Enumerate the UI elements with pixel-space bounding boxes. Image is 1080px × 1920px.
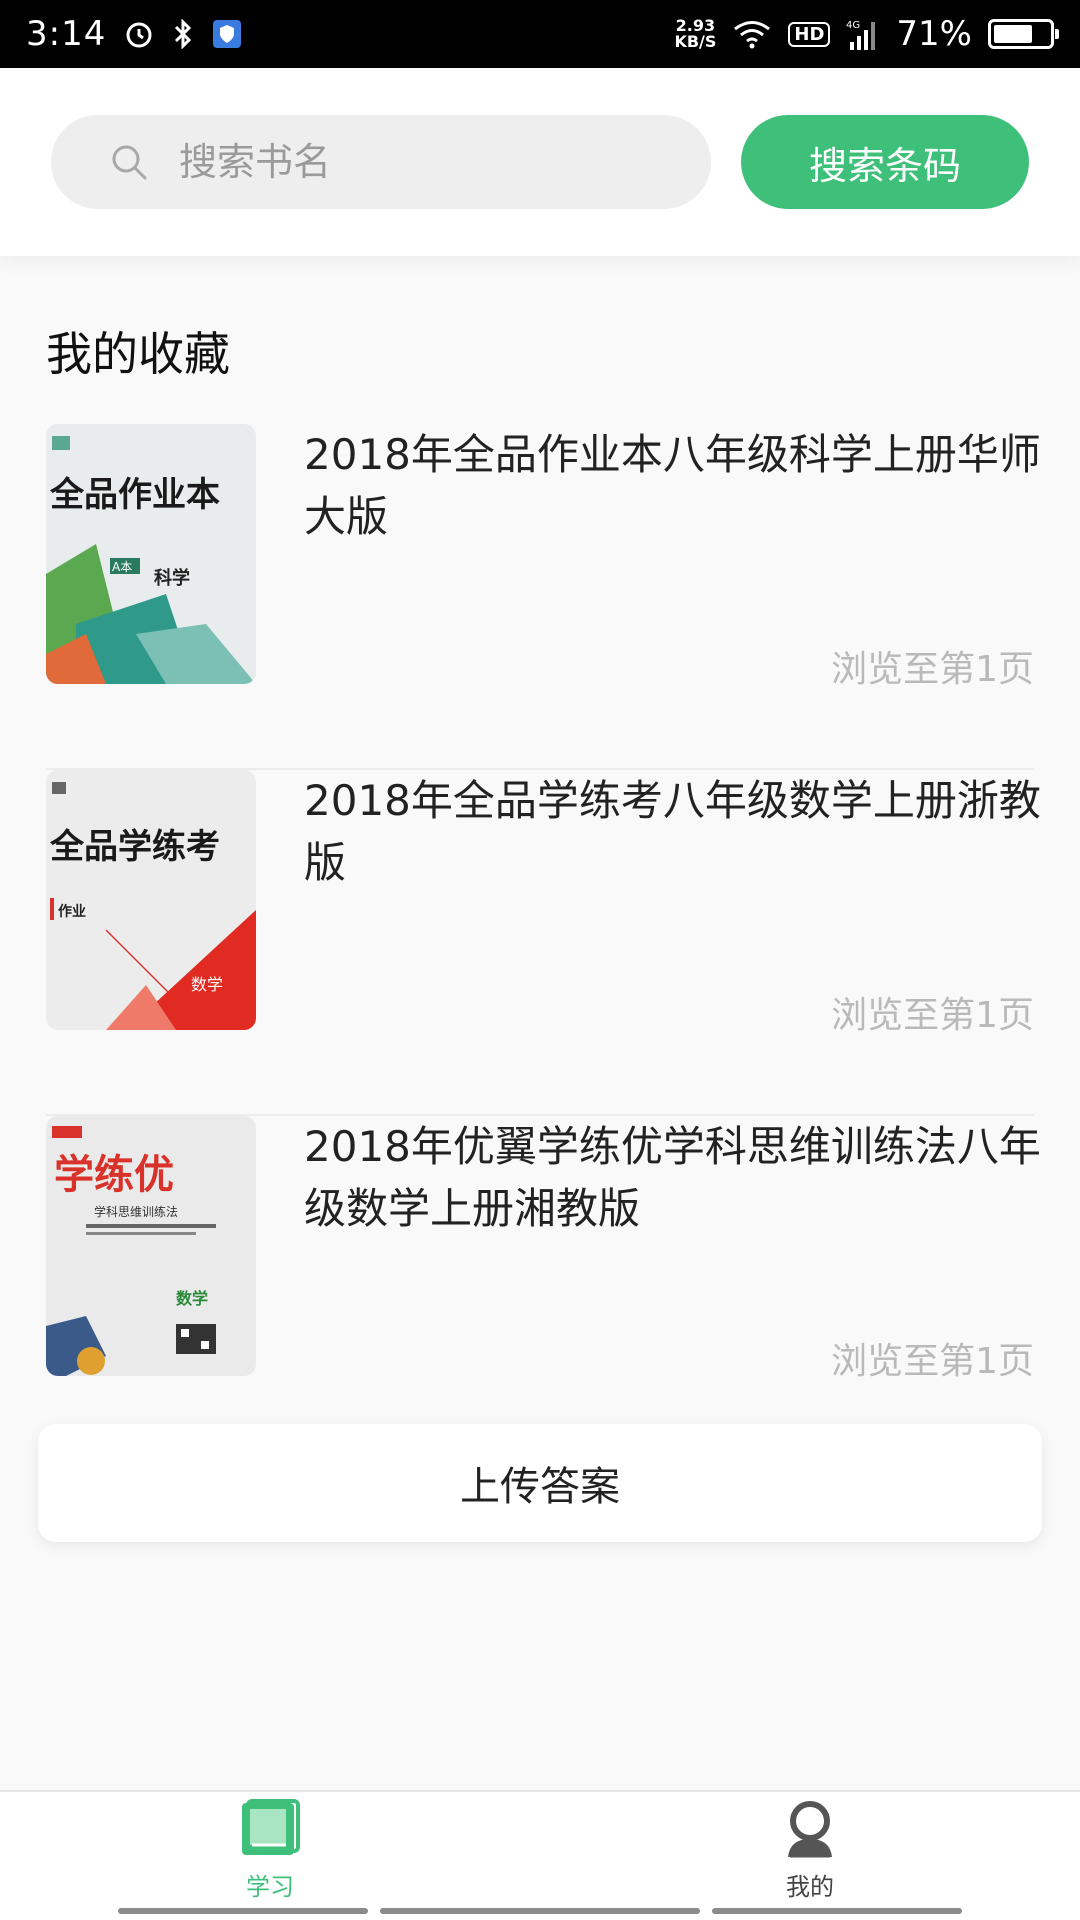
search-barcode-button[interactable]: 搜索条码 bbox=[741, 115, 1029, 209]
svg-text:4G: 4G bbox=[846, 20, 860, 31]
svg-text:数学: 数学 bbox=[176, 1289, 208, 1308]
search-input[interactable] bbox=[179, 140, 659, 184]
book-title[interactable]: 2018年全品学练考八年级数学上册浙教版 bbox=[304, 770, 1044, 894]
list-item[interactable]: 全品作业本 A本 科学 2018年全品作业本八年级科学上册华师大版 浏览至第1页 bbox=[46, 424, 1041, 770]
svg-text:学科思维训练法: 学科思维训练法 bbox=[94, 1204, 178, 1219]
battery-percent: 71% bbox=[896, 14, 972, 54]
search-header: 搜索条码 bbox=[0, 68, 1080, 256]
upload-answer-button[interactable]: 上传答案 bbox=[38, 1424, 1042, 1542]
list-item[interactable]: 全品学练考 作业 数学 2018年全品学练考八年级数学上册浙教版 浏览至第1页 bbox=[46, 770, 1041, 1116]
system-nav-bar bbox=[118, 1908, 368, 1914]
bluetooth-icon bbox=[172, 19, 194, 49]
favorites-list: 全品作业本 A本 科学 2018年全品作业本八年级科学上册华师大版 浏览至第1页… bbox=[46, 424, 1041, 1462]
book-icon bbox=[242, 1799, 300, 1855]
book-cover[interactable]: 全品作业本 A本 科学 bbox=[46, 424, 256, 684]
shield-icon bbox=[212, 19, 242, 49]
cell-signal-icon: 4G bbox=[846, 18, 880, 50]
status-time: 3:14 bbox=[26, 14, 107, 54]
svg-text:全品作业本: 全品作业本 bbox=[49, 475, 220, 515]
list-item[interactable]: 学练优 学科思维训练法 数学 2018年优翼学练优学科思维训练法八年级数学上册湘… bbox=[46, 1116, 1041, 1462]
nav-study[interactable]: 学习 bbox=[120, 1792, 420, 1902]
hd-badge: HD bbox=[788, 21, 831, 47]
svg-text:科学: 科学 bbox=[154, 567, 190, 589]
search-bar[interactable] bbox=[51, 115, 711, 209]
book-cover[interactable]: 全品学练考 作业 数学 bbox=[46, 770, 256, 1030]
network-speed: 2.93 KB/S bbox=[674, 16, 717, 51]
system-nav-bar bbox=[380, 1908, 700, 1914]
wifi-icon bbox=[732, 19, 772, 49]
book-progress: 浏览至第1页 bbox=[831, 649, 1034, 690]
nav-mine-label: 我的 bbox=[786, 1873, 834, 1901]
book-title[interactable]: 2018年全品作业本八年级科学上册华师大版 bbox=[304, 424, 1044, 548]
battery-icon bbox=[988, 19, 1059, 49]
svg-text:A本: A本 bbox=[112, 560, 132, 574]
status-bar: 3:14 2.93 KB/S HD 4G 71% bbox=[0, 0, 1080, 68]
svg-text:学练优: 学练优 bbox=[54, 1151, 174, 1198]
book-progress: 浏览至第1页 bbox=[831, 995, 1034, 1036]
nav-study-label: 学习 bbox=[246, 1873, 294, 1901]
alarm-icon bbox=[124, 19, 154, 49]
book-progress: 浏览至第1页 bbox=[831, 1341, 1034, 1382]
user-icon bbox=[788, 1801, 832, 1858]
favorites-title: 我的收藏 bbox=[46, 327, 230, 381]
book-cover[interactable]: 学练优 学科思维训练法 数学 bbox=[46, 1116, 256, 1376]
system-nav-bar bbox=[712, 1908, 962, 1914]
svg-text:全品学练考: 全品学练考 bbox=[49, 827, 220, 867]
search-icon bbox=[112, 145, 147, 180]
svg-text:数学: 数学 bbox=[191, 975, 223, 994]
book-title[interactable]: 2018年优翼学练优学科思维训练法八年级数学上册湘教版 bbox=[304, 1116, 1044, 1240]
bottom-nav: 学习 我的 bbox=[0, 1790, 1080, 1920]
svg-text:作业: 作业 bbox=[58, 903, 86, 920]
nav-mine[interactable]: 我的 bbox=[660, 1792, 960, 1902]
